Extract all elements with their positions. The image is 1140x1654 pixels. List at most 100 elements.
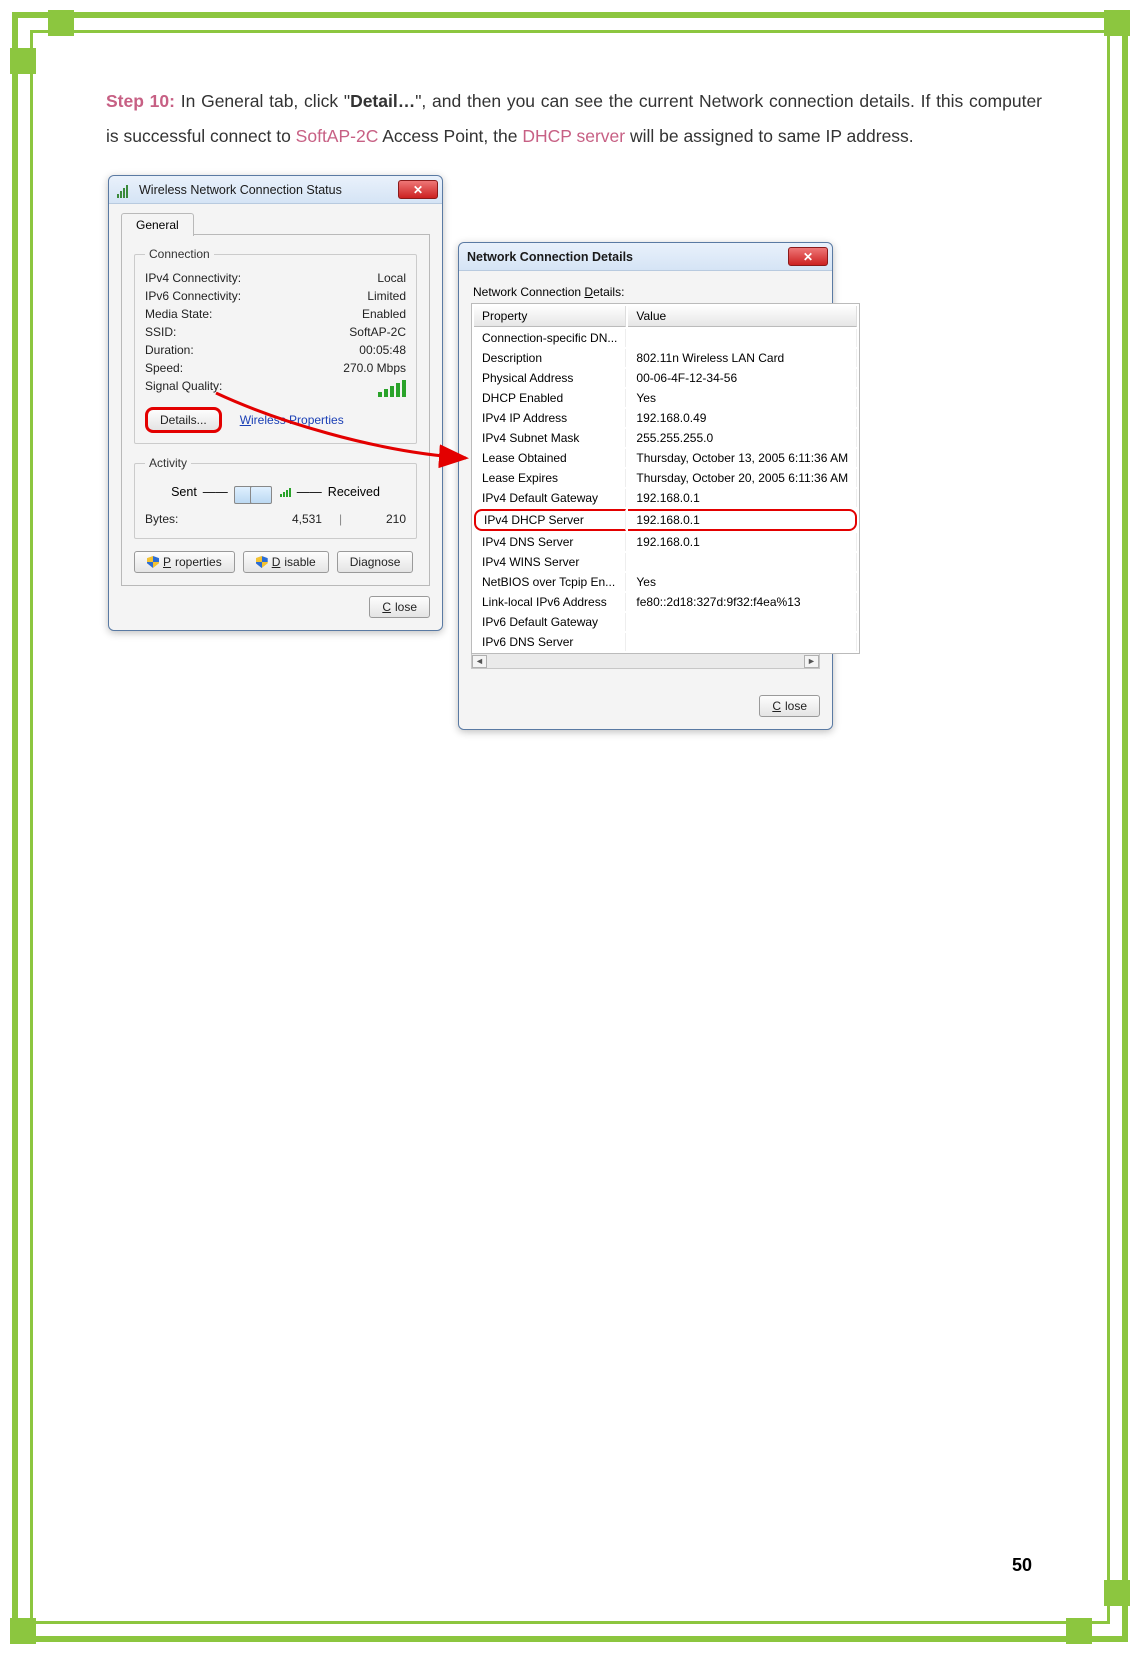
prop-value: 192.168.0.1 (628, 533, 857, 551)
prop-value: Yes (628, 389, 857, 407)
detail-word: Detail… (350, 91, 415, 111)
col-value[interactable]: Value (628, 306, 857, 327)
table-row[interactable]: IPv6 Default Gateway (474, 613, 857, 631)
prop-name: IPv4 Subnet Mask (474, 429, 626, 447)
close-button[interactable]: Close (759, 695, 820, 717)
signal-bars-icon (378, 379, 406, 397)
prop-value (628, 633, 857, 651)
prop-value (628, 613, 857, 631)
details-button-label: Details... (160, 413, 207, 427)
prop-value: 00-06-4F-12-34-56 (628, 369, 857, 387)
conn-value: 270.0 Mbps (343, 361, 406, 375)
instruction-part: Access Point, the (378, 126, 522, 146)
prop-value: 192.168.0.1 (628, 509, 857, 531)
conn-value: Local (377, 271, 406, 285)
prop-name: NetBIOS over Tcpip En... (474, 573, 626, 591)
bytes-received: 210 (342, 512, 406, 526)
instruction-part: will be assigned to same IP address. (625, 126, 914, 146)
table-row[interactable]: Connection-specific DN... (474, 329, 857, 347)
conn-value: 00:05:48 (359, 343, 406, 357)
wireless-properties-link[interactable]: Wireless Properties (240, 413, 344, 427)
details-sublabel: Network Connection Details: (473, 285, 820, 299)
details-titlebar[interactable]: Network Connection Details ✕ (459, 243, 832, 271)
conn-value: Enabled (362, 307, 406, 321)
table-row[interactable]: IPv6 DNS Server (474, 633, 857, 651)
prop-value: Thursday, October 20, 2005 6:11:36 AM (628, 469, 857, 487)
close-icon[interactable]: ✕ (788, 247, 828, 266)
prop-name: IPv4 WINS Server (474, 553, 626, 571)
dhcp-word: DHCP server (522, 126, 625, 146)
status-title: Wireless Network Connection Status (139, 183, 398, 197)
table-row[interactable]: Physical Address00-06-4F-12-34-56 (474, 369, 857, 387)
prop-value: 802.11n Wireless LAN Card (628, 349, 857, 367)
table-row[interactable]: NetBIOS over Tcpip En...Yes (474, 573, 857, 591)
connection-legend: Connection (145, 247, 214, 261)
shield-icon (147, 556, 159, 568)
instruction-text: Step 10: In General tab, click "Detail…"… (106, 84, 1042, 154)
prop-name: Connection-specific DN... (474, 329, 626, 347)
details-button[interactable]: Details... (145, 407, 222, 433)
activity-group: Activity Sent —— —— Received Bytes: (134, 456, 417, 539)
prop-value: 255.255.255.0 (628, 429, 857, 447)
table-row[interactable]: Lease ExpiresThursday, October 20, 2005 … (474, 469, 857, 487)
prop-name: DHCP Enabled (474, 389, 626, 407)
table-row[interactable]: Link-local IPv6 Addressfe80::2d18:327d:9… (474, 593, 857, 611)
diagnose-button-label: Diagnose (350, 555, 401, 569)
table-row[interactable]: IPv4 IP Address192.168.0.49 (474, 409, 857, 427)
table-row[interactable]: Lease ObtainedThursday, October 13, 2005… (474, 449, 857, 467)
bytes-label: Bytes: (145, 512, 275, 526)
status-titlebar[interactable]: Wireless Network Connection Status ✕ (109, 176, 442, 204)
details-window: Network Connection Details ✕ Network Con… (458, 242, 833, 730)
prop-name: IPv4 IP Address (474, 409, 626, 427)
table-row[interactable]: IPv4 Default Gateway192.168.0.1 (474, 489, 857, 507)
prop-name: IPv6 Default Gateway (474, 613, 626, 631)
col-property[interactable]: Property (474, 306, 626, 327)
table-row[interactable]: IPv4 WINS Server (474, 553, 857, 571)
page-number: 50 (1012, 1555, 1032, 1576)
corner-accent (48, 10, 74, 36)
tab-general[interactable]: General (121, 213, 194, 236)
corner-accent (10, 48, 36, 74)
diagnose-button[interactable]: Diagnose (337, 551, 414, 573)
monitors-icon (234, 480, 272, 504)
prop-value: Yes (628, 573, 857, 591)
table-row[interactable]: IPv4 DNS Server192.168.0.1 (474, 533, 857, 551)
conn-value: SoftAP-2C (349, 325, 406, 339)
prop-name: Description (474, 349, 626, 367)
conn-key: IPv6 Connectivity: (145, 289, 275, 303)
scroll-right-icon[interactable]: ► (804, 655, 819, 668)
prop-name: Link-local IPv6 Address (474, 593, 626, 611)
details-table: Property Value Connection-specific DN...… (471, 303, 860, 654)
prop-name: IPv4 DHCP Server (474, 509, 626, 531)
connection-group: Connection IPv4 Connectivity:LocalIPv6 C… (134, 247, 417, 444)
corner-accent (1104, 10, 1130, 36)
prop-value: 192.168.0.49 (628, 409, 857, 427)
instruction-part: In General tab, click " (175, 91, 350, 111)
shield-icon (256, 556, 268, 568)
disable-button[interactable]: Disable (243, 551, 329, 573)
properties-button[interactable]: Properties (134, 551, 235, 573)
conn-key: SSID: (145, 325, 275, 339)
sent-label: Sent (171, 485, 197, 499)
details-title: Network Connection Details (467, 250, 788, 264)
table-row[interactable]: DHCP EnabledYes (474, 389, 857, 407)
conn-key: Duration: (145, 343, 275, 357)
prop-value (628, 329, 857, 347)
corner-accent (1104, 1580, 1130, 1606)
conn-key: Speed: (145, 361, 275, 375)
prop-name: Lease Expires (474, 469, 626, 487)
table-row[interactable]: IPv4 DHCP Server192.168.0.1 (474, 509, 857, 531)
bytes-sent: 4,531 (275, 512, 339, 526)
prop-name: Physical Address (474, 369, 626, 387)
prop-name: IPv6 DNS Server (474, 633, 626, 651)
close-button[interactable]: Close (369, 596, 430, 618)
horizontal-scrollbar[interactable]: ◄ ► (471, 654, 820, 669)
scroll-left-icon[interactable]: ◄ (472, 655, 487, 668)
prop-value: 192.168.0.1 (628, 489, 857, 507)
table-row[interactable]: IPv4 Subnet Mask255.255.255.0 (474, 429, 857, 447)
close-icon[interactable]: ✕ (398, 180, 438, 199)
prop-value: fe80::2d18:327d:9f32:f4ea%13 (628, 593, 857, 611)
table-row[interactable]: Description802.11n Wireless LAN Card (474, 349, 857, 367)
signal-icon (117, 182, 133, 198)
prop-name: IPv4 DNS Server (474, 533, 626, 551)
